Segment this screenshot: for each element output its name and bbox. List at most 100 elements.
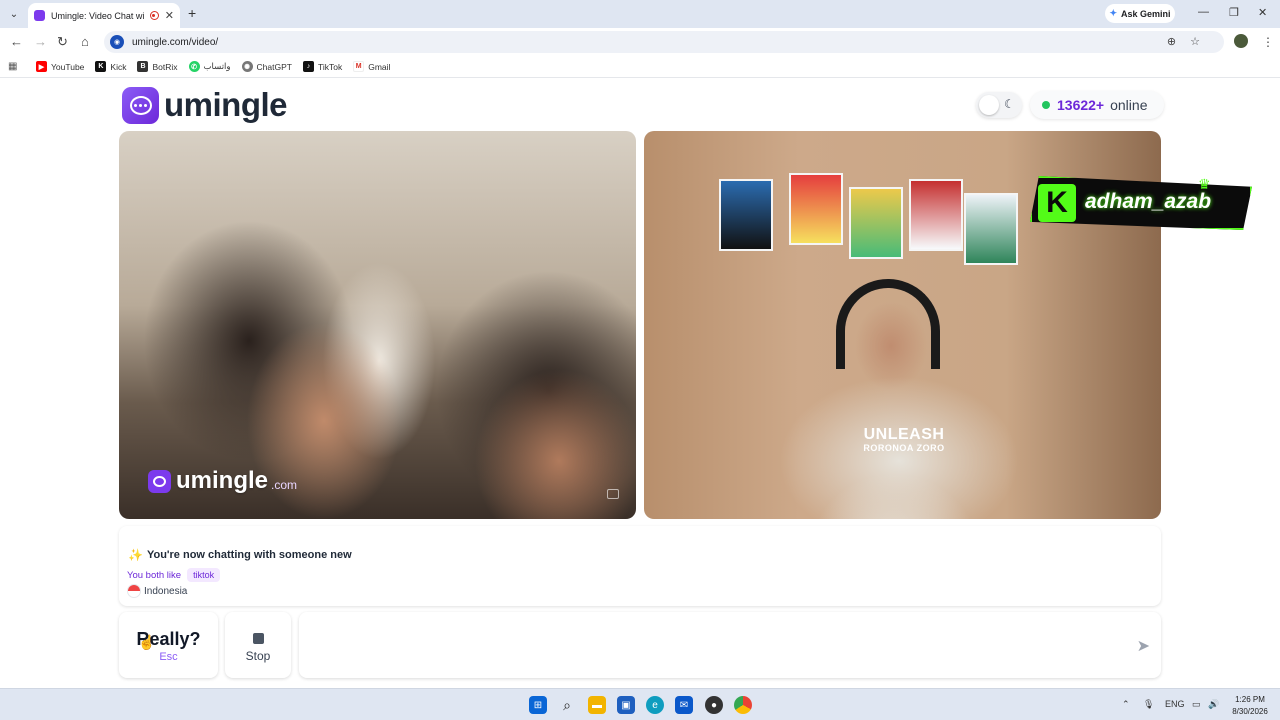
browser-tab-umingle[interactable]: Umingle: Video Chat with S ✕ [28,3,180,28]
bookmark-youtube[interactable]: ▶ YouTube [36,61,84,72]
reload-icon[interactable]: ↻ [57,34,68,50]
file-explorer-icon[interactable]: ▬ [588,696,606,714]
umingle-watermark: umingle .com [148,467,297,495]
chrome-icon[interactable] [734,696,752,714]
edge-icon[interactable]: e [646,696,664,714]
moon-icon: ☾ [1004,97,1015,111]
search-icon[interactable]: ⌕ [558,696,576,714]
kick-icon: K [95,61,107,72]
bookmarks-bar: ▦ ▶ YouTube K Kick B BotRix ✆ واتساب ✺ C… [0,56,1280,78]
umingle-logo[interactable]: umingle [122,86,288,124]
bookmark-label: Kick [110,61,127,72]
bookmark-botrix[interactable]: B BotRix [137,61,178,72]
umingle-watermark-icon [148,469,171,493]
bookmark-star-icon[interactable]: ☆ [1190,35,1200,48]
browser-toolbar: ← → ↻ ⌂ ◉ umingle.com/video/ ⊕ ☆ [0,28,1280,56]
network-icon[interactable]: ▭ [1192,699,1201,710]
chat-status-text: You're now chatting with someone new [146,549,352,561]
whatsapp-icon: ✆ [188,61,200,72]
obs-icon[interactable]: ● [705,696,723,714]
close-tab-icon[interactable]: ✕ [165,9,174,22]
streamer-handle: adham_azab [1085,190,1212,213]
bookmark-chatgpt[interactable]: ✺ ChatGPT [241,61,292,72]
bookmark-label: Gmail [368,61,391,72]
chat-status: ✨ You're now chatting with someone new [128,548,352,562]
watermark-name: umingle [176,467,269,494]
interest-tag: tiktok [187,568,221,582]
send-icon[interactable]: ➤ [1137,636,1150,656]
new-tab-button[interactable]: + [188,5,196,21]
outlook-icon[interactable]: ✉ [675,696,693,714]
bookmark-label: ChatGPT [256,61,292,72]
umingle-chat-bubble-icon [122,86,159,124]
skip-confirm-label: Really? [136,629,201,649]
back-arrow-icon[interactable]: ← [10,34,23,49]
system-clock[interactable]: 1:26 PM 8/30/2026 [1226,694,1274,718]
message-input[interactable] [309,626,1109,664]
stop-label: Stop [245,649,271,663]
windows-taskbar: ⊞ ⌕ ▬ ▣ e ✉ ● ⌃ 🎙 ENG ▭ 🔊 1:26 PM 8/30/2… [0,688,1280,720]
bookmark-gmail[interactable]: M Gmail [353,61,390,72]
stranger-video: umingle .com [119,131,636,519]
apps-grid-icon[interactable]: ▦ [8,61,22,72]
message-composer: ➤ [299,612,1161,678]
home-icon[interactable]: ⌂ [81,34,89,49]
microphone-icon[interactable]: 🎙 [1143,699,1154,710]
logo-text: umingle [164,86,288,123]
browser-menu-icon[interactable]: ⋮ [1262,35,1274,49]
report-flag-icon[interactable] [607,489,619,499]
dark-mode-toggle[interactable]: ☾ [976,92,1022,118]
sparkles-icon: ✨ [128,548,143,562]
skip-confirm-button[interactable]: Really? Esc [119,612,218,678]
botrix-icon: B [137,61,149,72]
toggle-knob [979,95,999,115]
stop-square-icon [252,633,264,644]
esc-shortcut-hint: Esc [159,651,178,663]
gemini-sparkle-icon: ✦ [1109,8,1117,18]
headset [836,279,940,369]
bookmark-whatsapp[interactable]: ✆ واتساب [188,61,231,72]
browser-tab-strip: ⌄ Umingle: Video Chat with S ✕ + ✦ Ask G… [0,0,1280,28]
shirt-line-1: UNLEASH [863,426,945,443]
clock-date: 8/30/2026 [1232,707,1268,716]
omnibox-actions: ⊕ ☆ [1167,35,1200,48]
address-bar[interactable]: ◉ umingle.com/video/ [104,31,1224,53]
close-window-icon[interactable]: ✕ [1258,6,1267,19]
umingle-favicon-icon [34,10,45,21]
site-info-icon[interactable]: ◉ [110,35,124,49]
bookmark-label: BotRix [152,61,178,72]
url-text: umingle.com/video/ [132,36,219,48]
bookmark-label: TikTok [317,61,343,72]
bookmark-label: واتساب [203,61,231,71]
clock-time: 1:26 PM [1235,695,1265,704]
ask-gemini-label: Ask Gemini [1121,8,1171,19]
bookmark-tiktok[interactable]: ♪ TikTok [302,61,343,72]
tab-search-chevron-icon[interactable]: ⌄ [5,5,23,23]
start-windows-icon[interactable]: ⊞ [529,696,547,714]
restore-window-icon[interactable]: ❐ [1229,6,1239,19]
ask-gemini-button[interactable]: ✦ Ask Gemini [1105,4,1175,23]
stranger-country: Indonesia [127,584,187,598]
stop-button[interactable]: Stop [225,612,291,678]
tray-overflow-icon[interactable]: ⌃ [1122,699,1130,710]
volume-icon[interactable]: 🔊 [1208,699,1219,710]
store-icon[interactable]: ▣ [617,696,635,714]
wall-posters [719,173,1018,269]
shirt-line-2: RORONOA ZORO [863,442,945,453]
profile-avatar[interactable] [1234,34,1248,48]
online-count: 13622+ [1057,97,1105,113]
forward-arrow-icon[interactable]: → [34,34,47,49]
input-language[interactable]: ENG [1165,699,1185,709]
bookmark-kick[interactable]: K Kick [95,61,126,72]
country-name: Indonesia [144,585,188,597]
common-interests: You both like tiktok [127,568,221,582]
minimize-window-icon[interactable]: — [1198,6,1209,18]
youtube-icon: ▶ [36,61,47,72]
common-interests-label: You both like [127,569,182,581]
streamer-overlay: K ♛ adham_azab [1030,176,1252,230]
tab-title: Umingle: Video Chat with S [51,10,144,21]
zoom-icon[interactable]: ⊕ [1167,35,1176,48]
chat-info-panel: ✨ You're now chatting with someone new Y… [119,526,1161,606]
kick-logo-icon: K [1038,184,1076,222]
online-counter: 13622+ online [1030,91,1164,119]
